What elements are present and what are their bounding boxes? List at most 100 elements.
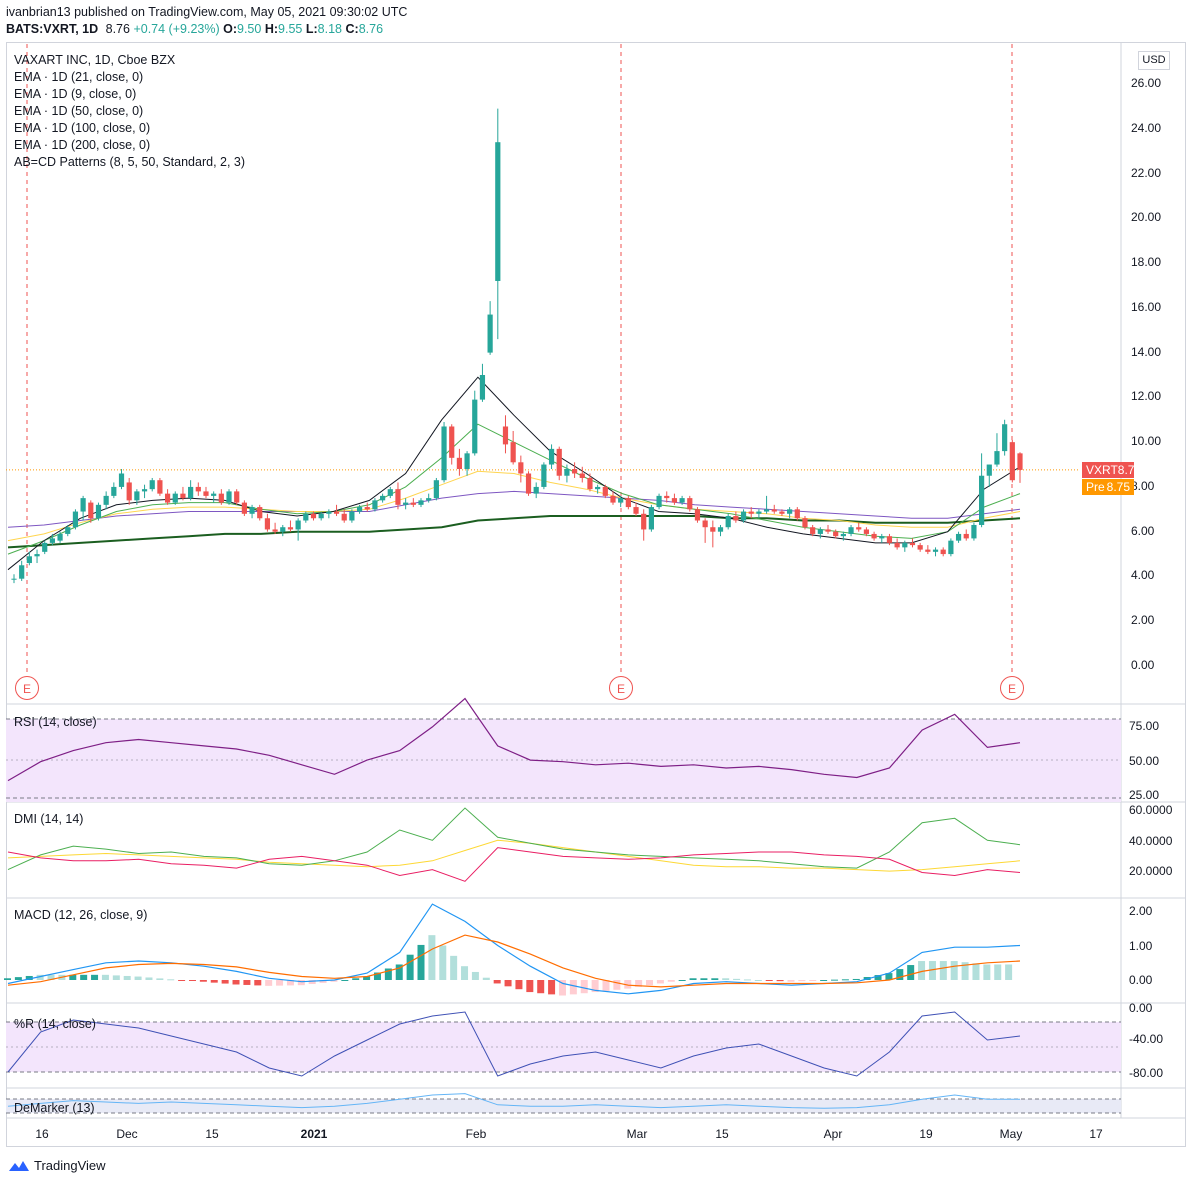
candle-body <box>717 527 724 532</box>
candle-body <box>287 527 294 530</box>
last-badge-value: 8.76 <box>1117 463 1142 477</box>
candle-body <box>257 507 263 519</box>
candle-body <box>164 493 171 503</box>
rsi-tick-25: 25.00 <box>1129 788 1160 802</box>
currency-label[interactable]: USD <box>1138 51 1170 70</box>
candle-body <box>1017 453 1023 470</box>
last-badge-label: VXRT <box>1086 463 1118 477</box>
candle-body <box>264 518 271 530</box>
candle-body <box>648 507 654 530</box>
macd-histogram-bar <box>548 980 556 995</box>
candle-body <box>833 531 839 537</box>
macd-histogram-bar <box>265 980 273 986</box>
macd-histogram-bar <box>765 980 773 981</box>
candle-body <box>203 491 209 496</box>
macd-histogram-bar <box>123 975 131 980</box>
macd-histogram-bar <box>101 974 109 980</box>
chart-canvas[interactable] <box>0 0 1192 1185</box>
macd-histogram-bar <box>983 964 991 980</box>
candle-body <box>502 426 509 445</box>
candle-body <box>449 426 455 458</box>
candle-body <box>656 495 662 508</box>
candle-body <box>387 489 393 496</box>
candle-body <box>602 486 608 496</box>
candle-body <box>664 495 670 499</box>
earnings-marker-1[interactable]: E <box>15 676 39 700</box>
earnings-marker-3[interactable]: E <box>1000 676 1024 700</box>
candle-body <box>103 495 109 505</box>
date-tick-2021: 2021 <box>300 1127 328 1141</box>
macd-histogram-bar <box>4 978 11 980</box>
candle-body <box>211 493 217 496</box>
macd-histogram-bar <box>809 980 817 981</box>
macd-histogram-bar <box>689 978 697 980</box>
pre-badge-value: 8.75 <box>1106 480 1130 494</box>
macd-histogram-bar <box>493 980 501 984</box>
rsi-label[interactable]: RSI (14, close) <box>14 715 97 729</box>
candle-body <box>618 498 624 503</box>
macd-histogram-bar <box>646 980 654 986</box>
macd-histogram-bar <box>461 966 469 980</box>
candle-body <box>310 513 317 519</box>
date-tick-17: 17 <box>1089 1127 1103 1141</box>
candle-body <box>318 513 324 519</box>
pre-market-badge: Pre 8.75 <box>1082 479 1134 495</box>
candle-body <box>595 486 601 490</box>
candle-body <box>510 442 516 463</box>
price-tick: 0.00 <box>1131 658 1155 672</box>
candle-body <box>441 426 447 481</box>
date-tick-19: 19 <box>919 1127 933 1141</box>
macd-line <box>7 903 1021 995</box>
macd-histogram-bar <box>341 980 349 981</box>
wr-band <box>6 1022 1121 1072</box>
macd-histogram-bar <box>406 954 414 980</box>
legend-ema200[interactable]: EMA · 1D (200, close, 0) <box>14 138 150 152</box>
legend-ema9[interactable]: EMA · 1D (9, close, 0) <box>14 87 136 101</box>
price-tick: 12.00 <box>1131 389 1162 404</box>
candle-body <box>725 516 731 528</box>
earnings-marker-2[interactable]: E <box>609 676 633 700</box>
price-tick: 6.00 <box>1131 523 1155 538</box>
candle-body <box>418 500 424 505</box>
candle-body <box>932 549 939 552</box>
price-tick: 22.00 <box>1131 165 1162 180</box>
candle-body <box>948 540 954 555</box>
legend-ema100[interactable]: EMA · 1D (100, close, 0) <box>14 121 150 135</box>
macd-histogram-bar <box>482 977 490 980</box>
legend-ema50[interactable]: EMA · 1D (50, close, 0) <box>14 104 143 118</box>
candle-body <box>426 498 432 501</box>
macd-histogram-bar <box>297 980 305 986</box>
tradingview-logo[interactable]: TradingView <box>8 1158 106 1173</box>
macd-histogram-bar <box>450 955 458 980</box>
candle-body <box>579 473 585 478</box>
candle-body <box>871 533 877 539</box>
macd-histogram-bar <box>428 935 436 980</box>
macd-histogram-bar <box>145 977 153 980</box>
candle-body <box>909 542 916 546</box>
dmi-tick-20: 20.0000 <box>1129 864 1173 878</box>
candle-body <box>940 549 946 555</box>
macd-histogram-bar <box>254 980 262 986</box>
macd-histogram-bar <box>14 977 22 980</box>
candle-body <box>610 495 616 503</box>
candle-body <box>564 469 570 476</box>
date-tick-15b: 15 <box>715 1127 729 1141</box>
adx-line <box>7 839 1021 872</box>
macd-histogram-bar <box>602 980 610 991</box>
macd-histogram-bar <box>134 976 142 980</box>
dmi-plus-line <box>7 807 1021 871</box>
macd-label[interactable]: MACD (12, 26, close, 9) <box>14 908 147 922</box>
date-tick-16: 16 <box>35 1127 49 1141</box>
candle-body <box>856 527 862 530</box>
candle-body <box>925 549 931 552</box>
candle-body <box>272 529 278 532</box>
candle-body <box>433 480 439 499</box>
legend-ema21[interactable]: EMA · 1D (21, close, 0) <box>14 70 143 84</box>
legend-series[interactable]: VAXART INC, 1D, Cboe BZX <box>14 53 175 67</box>
demarker-label[interactable]: DeMarker (13) <box>14 1101 95 1115</box>
dmi-label[interactable]: DMI (14, 14) <box>14 812 83 826</box>
rsi-band <box>6 719 1121 802</box>
wr-label[interactable]: %R (14, close) <box>14 1017 96 1031</box>
candle-body <box>495 142 501 281</box>
legend-abcd[interactable]: AB=CD Patterns (8, 5, 50, Standard, 2, 3… <box>14 155 245 169</box>
